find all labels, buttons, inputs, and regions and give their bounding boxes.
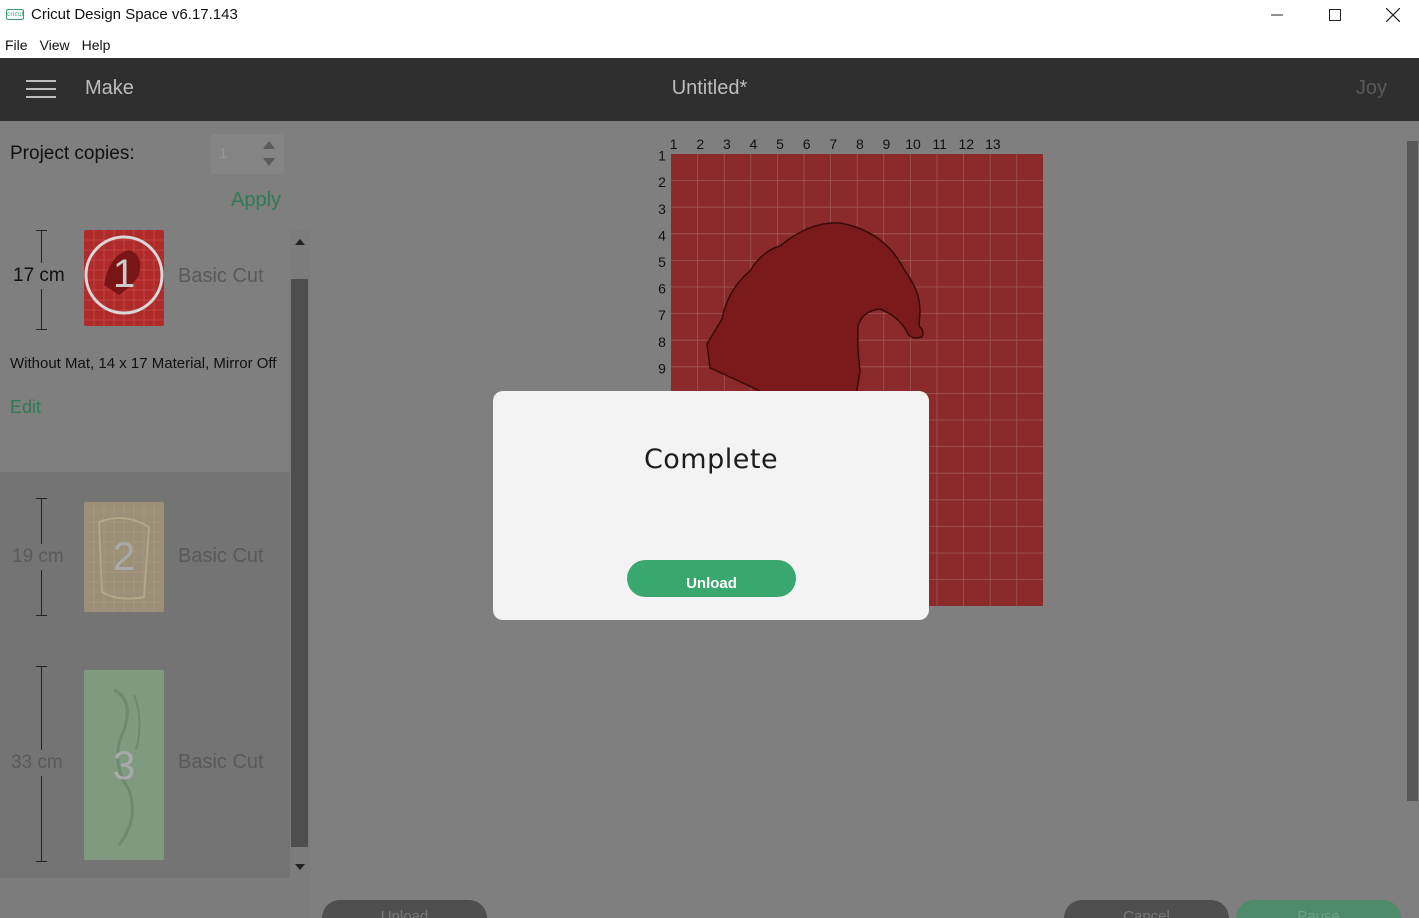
mat-item-3[interactable]: 33 cm 3 Basic Cut — [0, 662, 290, 878]
minimize-button[interactable] — [1248, 0, 1306, 30]
column-label: 3 — [723, 136, 731, 152]
scroll-down-icon[interactable] — [295, 864, 305, 870]
row-label: 6 — [658, 281, 666, 297]
column-label: 13 — [985, 136, 1001, 152]
project-copies-value[interactable]: 1 — [219, 145, 227, 162]
increment-icon[interactable] — [263, 141, 275, 149]
mat-list: 17 cm 1 Basic Cut Without Mat, 14 x 17 M… — [0, 230, 290, 878]
unload-mat-button[interactable]: Unload — [322, 900, 487, 918]
column-label: 6 — [803, 136, 811, 152]
pause-button[interactable]: Pause — [1236, 900, 1401, 918]
column-label: 12 — [958, 136, 974, 152]
project-title: Untitled* — [671, 77, 748, 99]
mat-length-label: 19 cm — [12, 544, 64, 570]
canvas-scrollbar[interactable] — [1406, 121, 1419, 878]
row-label: 9 — [658, 360, 666, 376]
maximize-button[interactable] — [1306, 0, 1364, 30]
mat-cut-type: Basic Cut — [178, 545, 264, 567]
column-label: 11 — [932, 136, 947, 152]
mat-edit-link[interactable]: Edit — [10, 397, 41, 418]
column-label: 4 — [750, 136, 758, 152]
mat-cut-type: Basic Cut — [178, 751, 264, 773]
minimize-icon — [1271, 14, 1283, 16]
menu-file[interactable]: File — [0, 33, 35, 57]
column-label: 1 — [670, 136, 678, 152]
column-ruler: 1 2 3 4 5 6 7 8 9 10 11 12 13 — [670, 136, 1001, 152]
mat-sidebar: Project copies: 1 Apply 17 cm 1 Basic Cu… — [0, 121, 310, 918]
mat-number: 1 — [112, 252, 136, 296]
menu-bar: File View Help — [0, 33, 117, 57]
machine-selector[interactable]: Joy — [1356, 77, 1387, 100]
maximize-icon — [1329, 9, 1341, 21]
mat-number: 3 — [112, 744, 136, 788]
project-copies-stepper[interactable]: 1 — [211, 134, 284, 174]
menu-help[interactable]: Help — [77, 33, 118, 57]
row-label: 7 — [658, 307, 666, 323]
cricut-logo-icon: cricut — [6, 9, 24, 20]
complete-dialog: Complete Unload — [493, 391, 929, 620]
mat-number: 2 — [112, 535, 136, 579]
row-ruler: 1 2 3 4 5 6 7 8 9 — [658, 148, 666, 377]
project-copies-section: Project copies: 1 Apply — [0, 121, 310, 230]
scrollbar-thumb[interactable] — [291, 279, 308, 847]
column-label: 2 — [696, 136, 704, 152]
row-label: 4 — [658, 227, 666, 243]
app-header: Make Untitled* Joy — [0, 58, 1419, 121]
mat-item-1[interactable]: 17 cm 1 Basic Cut Without Mat, 14 x 17 M… — [0, 230, 290, 472]
row-label: 3 — [658, 201, 666, 217]
row-label: 5 — [658, 254, 666, 270]
decrement-icon[interactable] — [263, 158, 275, 166]
mat-length-label: 17 cm — [13, 263, 65, 289]
mat-thumbnail: 1 — [84, 230, 164, 326]
mat-item-2[interactable]: 19 cm 2 Basic Cut — [0, 472, 290, 662]
mat-thumbnail: 3 — [84, 670, 164, 860]
mat-thumbnail: 2 — [84, 502, 164, 612]
column-label: 10 — [905, 136, 921, 152]
dialog-title: Complete — [643, 444, 779, 475]
column-label: 9 — [883, 136, 891, 152]
mat-cut-type: Basic Cut — [178, 265, 264, 287]
scroll-up-icon[interactable] — [295, 239, 305, 245]
close-button[interactable] — [1364, 0, 1419, 30]
dialog-unload-button[interactable]: Unload — [627, 560, 796, 597]
title-bar: cricut Cricut Design Space v6.17.143 — [0, 0, 1419, 30]
row-label: 1 — [658, 148, 666, 164]
project-copies-label: Project copies: — [10, 143, 135, 164]
row-label: 8 — [658, 334, 666, 350]
menu-view[interactable]: View — [35, 33, 77, 57]
apply-button[interactable]: Apply — [231, 189, 281, 212]
mat-length-label: 33 cm — [11, 750, 63, 776]
column-label: 8 — [856, 136, 864, 152]
cancel-button[interactable]: Cancel — [1064, 900, 1229, 918]
column-label: 5 — [776, 136, 784, 152]
row-label: 2 — [658, 174, 666, 190]
close-icon — [1386, 8, 1400, 22]
column-label: 7 — [829, 136, 837, 152]
window-title: Cricut Design Space v6.17.143 — [31, 6, 238, 23]
scrollbar-thumb[interactable] — [1407, 141, 1418, 801]
bottom-action-bar: Unload Cancel Pause — [0, 878, 1419, 918]
mat-list-scrollbar[interactable] — [290, 230, 310, 878]
mat-description: Without Mat, 14 x 17 Material, Mirror Of… — [10, 355, 277, 372]
